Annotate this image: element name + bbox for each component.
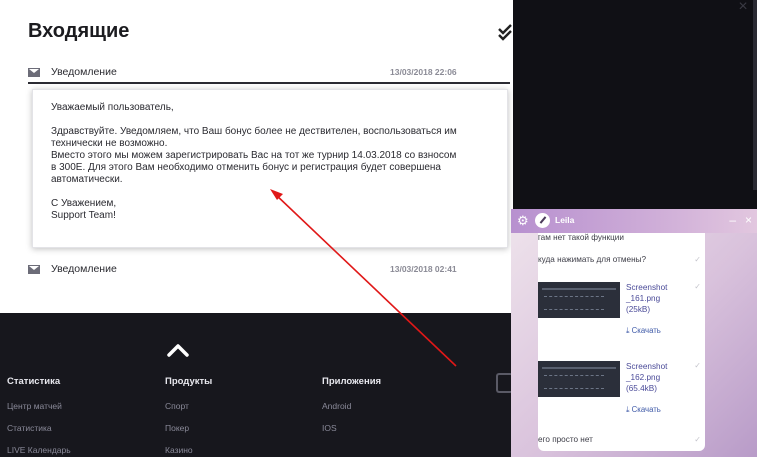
download-link[interactable]: ⤓ Скачать [626,326,661,336]
check-icon: ✓ [694,361,701,370]
message-body: Уважаемый пользователь, Здравствуйте. Ув… [32,89,508,248]
overlay-close-icon[interactable]: × [735,0,751,16]
footer-column-heading: Статистика [7,376,61,387]
agent-name: Leila [555,215,575,225]
notification-row[interactable]: Уведомление 13/03/2018 22:06 [28,62,510,84]
footer-link[interactable]: Android [322,401,381,411]
download-label: Скачать [631,326,661,335]
attachment-filename: Screenshot _162.png (65.4kB) [626,361,686,394]
message-line: автоматически. [51,174,123,185]
attachment-filename: Screenshot _161.png (25kB) [626,282,686,315]
chat-message: куда нажимать для отмены? ✓ [538,255,705,264]
footer-link[interactable]: Спорт [165,401,212,411]
attachment-name-line: Screenshot [626,283,668,292]
check-icon: ✓ [694,255,701,264]
notification-label: Уведомление [51,66,117,78]
attachment-name-line: _161.png [626,294,661,303]
footer-column-heading: Продукты [165,376,213,387]
minimize-icon[interactable]: – [729,213,736,227]
chat-widget: ⚙ Leila – × там нет такой функции куда н… [511,209,757,457]
footer-column-apps: Приложения Android IOS [322,376,381,445]
screenshot-thumbnail[interactable] [538,282,620,318]
attachment-size: (65.4kB) [626,384,657,393]
check-icon: ✓ [694,282,701,291]
envelope-icon [28,264,40,274]
chat-message-list: там нет такой функции куда нажимать для … [538,233,705,451]
chat-message: там нет такой функции [538,233,624,242]
attachment-name-line: Screenshot [626,362,668,371]
screenshot-thumbnail[interactable] [538,361,620,397]
close-icon[interactable]: × [745,213,752,227]
message-line: технически не возможно. [51,138,168,149]
overlay-scroll-strip [753,0,757,190]
agent-avatar [535,213,550,228]
footer-column-products: Продукты Спорт Покер Казино [165,376,212,457]
chat-attachment: Screenshot _162.png (65.4kB) ⤓ Скачать ✓ [538,361,705,431]
footer-link[interactable]: LIVE Календарь [7,445,71,455]
attachment-size: (25kB) [626,305,651,314]
chat-message: его просто нет ✓ [538,435,705,444]
inbox-panel: Входящие Уведомление 13/03/2018 22:06 Ув… [0,0,513,313]
chevron-up-icon[interactable] [166,340,190,360]
message-line: Здравствуйте. Уведомляем, что Ваш бонус … [51,126,457,137]
message-signoff: С Уважением, [51,198,117,209]
download-link[interactable]: ⤓ Скачать [626,405,661,415]
notification-row[interactable]: Уведомление 13/03/2018 02:41 [28,258,510,280]
footer-column-heading: Приложения [322,376,382,387]
footer-column-stats: Статистика Центр матчей Статистика LIVE … [7,376,71,457]
check-icon: ✓ [694,435,701,444]
download-label: Скачать [631,405,661,414]
site-footer: Статистика Центр матчей Статистика LIVE … [0,313,513,457]
chat-message-text: его просто нет [538,435,593,444]
footer-link[interactable]: Казино [165,445,212,455]
double-check-icon-svg [498,24,512,41]
chat-attachment: Screenshot _161.png (25kB) ⤓ Скачать ✓ [538,282,705,352]
chat-message-text: куда нажимать для отмены? [538,255,647,264]
message-greeting: Уважаемый пользователь, [51,102,174,113]
footer-link[interactable]: Покер [165,423,212,433]
gear-icon[interactable]: ⚙ [517,214,529,228]
footer-link[interactable]: IOS [322,423,381,433]
message-line: Вместо этого мы можем зарегистрировать В… [51,150,457,161]
double-check-icon[interactable] [495,24,515,44]
chat-header: ⚙ Leila – × [511,209,757,233]
page-title: Входящие [28,20,130,42]
notification-label: Уведомление [51,263,117,275]
message-signoff: Support Team! [51,210,116,221]
attachment-name-line: _162.png [626,373,661,382]
notification-date: 13/03/2018 22:06 [390,67,457,77]
message-line: в 300Е. Для этого Вам необходимо отменит… [51,162,441,173]
footer-link[interactable]: Центр матчей [7,401,71,411]
footer-link[interactable]: Статистика [7,423,71,433]
envelope-icon [28,67,40,77]
chevron-up-icon-svg [167,344,189,357]
notification-date: 13/03/2018 02:41 [390,264,457,274]
